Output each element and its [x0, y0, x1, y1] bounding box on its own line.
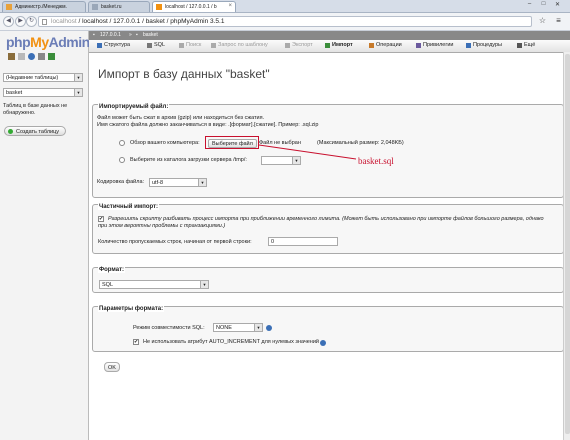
compat-mode-label: Режим совместимости SQL: — [133, 325, 205, 331]
help-icon[interactable] — [266, 325, 272, 331]
skip-rows-label: Количество пропускаемых строк, начиная о… — [98, 239, 252, 245]
no-auto-value-checkbox[interactable]: ✔ — [133, 339, 139, 345]
format-fieldset: Формат: SQL ▼ — [92, 267, 564, 293]
fieldset-legend: Частичный импорт: — [98, 204, 160, 210]
allow-interrupt-label-2: при этом вероятны проблемы с транзакциям… — [98, 223, 226, 229]
chevron-down-icon: ▼ — [254, 324, 262, 331]
allow-interrupt-label: Разрешить скрипту разбивать процесс импо… — [108, 216, 544, 222]
help-icon[interactable] — [320, 340, 326, 346]
format-value: SQL — [102, 282, 114, 288]
ok-button[interactable]: OK — [104, 362, 120, 372]
allow-interrupt-checkbox[interactable]: ✔ — [98, 216, 104, 222]
compat-mode-value: NONE — [216, 325, 232, 331]
format-options-fieldset: Параметры формата: Режим совместимости S… — [92, 306, 564, 352]
skip-rows-input[interactable]: 0 — [268, 237, 338, 246]
fieldset-legend: Параметры формата: — [98, 306, 165, 312]
compat-mode-select[interactable]: NONE ▼ — [213, 323, 263, 332]
page-scrollbar[interactable] — [563, 52, 570, 440]
format-select[interactable]: SQL ▼ — [99, 280, 209, 289]
scrollbar-thumb[interactable] — [565, 54, 570, 434]
no-auto-value-label: Не использовать атрибут AUTO_INCREMENT д… — [143, 339, 319, 345]
fieldset-legend: Формат: — [98, 267, 126, 273]
annotation-line — [258, 144, 357, 160]
annotation-label: basket.sql — [358, 156, 394, 166]
partial-import-fieldset: Частичный импорт: ✔ Разрешить скрипту ра… — [92, 204, 564, 254]
chevron-down-icon: ▼ — [200, 281, 208, 288]
